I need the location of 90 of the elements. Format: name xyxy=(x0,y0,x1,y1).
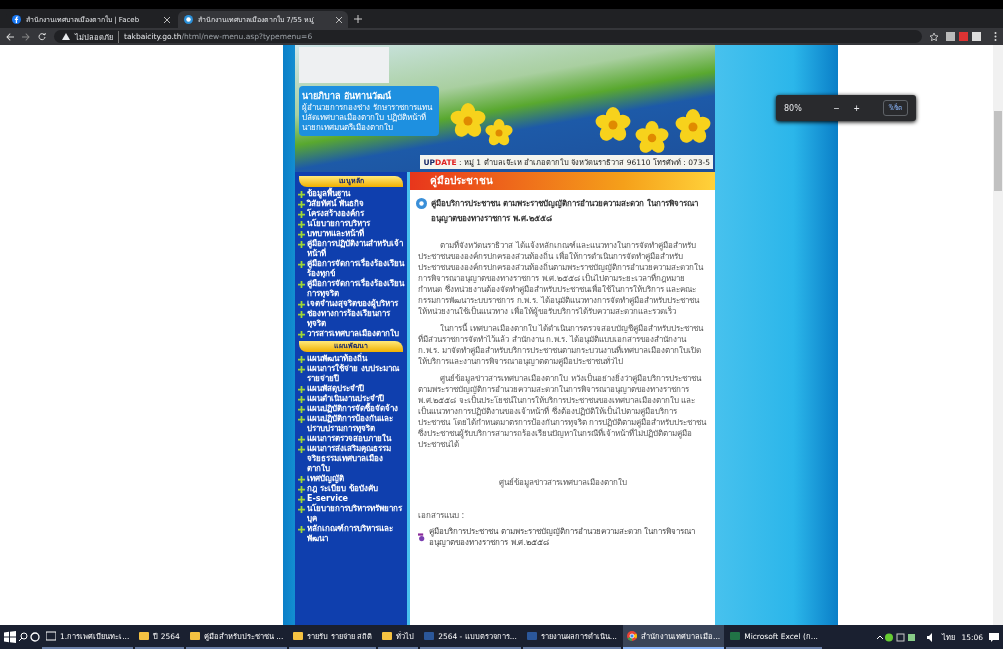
plus-bullet-icon xyxy=(298,261,305,268)
menu-link[interactable]: เจตจำนงสุจริตของผู้บริหาร xyxy=(295,299,407,309)
plus-bullet-icon xyxy=(298,281,305,288)
menu-link[interactable]: คู่มือการจัดการเรื่องร้องเรียนการทุจริต xyxy=(295,279,407,299)
window-icon xyxy=(46,631,56,641)
facebook-icon xyxy=(12,15,21,24)
forward-icon[interactable] xyxy=(22,32,30,41)
plus-bullet-icon xyxy=(298,231,305,238)
reload-icon[interactable] xyxy=(38,32,46,41)
zoom-in-button[interactable]: + xyxy=(851,102,862,114)
scrollbar[interactable] xyxy=(993,45,1003,625)
signature-text: ศูนย์ข้อมูลข่าวสารเทศบาลเมืองตากใบ xyxy=(497,477,628,489)
menu-link[interactable]: วารสารเทศบาลเมืองตากใบ xyxy=(295,329,407,339)
menu-link[interactable]: วิสัยทัศน์ พันธกิจ xyxy=(295,199,407,209)
plus-bullet-icon xyxy=(298,476,305,483)
plus-bullet-icon xyxy=(298,241,305,248)
plus-bullet-icon xyxy=(298,496,305,503)
folder-icon xyxy=(382,631,393,641)
official-name: นายภิบาล อันทานวัฒน์ xyxy=(302,89,393,103)
document-icon xyxy=(526,631,537,641)
plus-bullet-icon xyxy=(298,396,305,403)
flower-drawing xyxy=(675,109,711,145)
flower-drawing xyxy=(450,103,486,139)
menu-link[interactable]: หลักเกณฑ์การบริหารและพัฒนา xyxy=(295,524,407,544)
article-title: คู่มือบริการประชาชน ตามพระราชบัญญัติการอำนวยความสะดวก ในการพิจารณาอนุญาตของทางราชการ พ.ศ.๒๕๕๘ xyxy=(431,198,699,226)
menu-link[interactable]: ช่องทางการร้องเรียนการทุจริต xyxy=(295,309,407,329)
plus-bullet-icon xyxy=(298,436,305,443)
plus-bullet-icon xyxy=(298,331,305,338)
cortana-icon[interactable] xyxy=(30,632,40,642)
plus-bullet-icon xyxy=(298,301,305,308)
star-icon[interactable] xyxy=(930,32,938,41)
menu-link[interactable]: แผนพัฒนาท้องถิ่น xyxy=(295,354,407,364)
plus-bullet-icon xyxy=(298,386,305,393)
close-icon[interactable] xyxy=(164,16,170,23)
browser-icon xyxy=(627,631,637,641)
plus-bullet-icon xyxy=(298,356,305,363)
menu-link[interactable]: นโยบายการบริหารทรัพยากรบุค xyxy=(295,504,407,524)
folder-icon xyxy=(139,631,150,641)
globe-icon xyxy=(184,15,193,24)
menu-link[interactable]: แผนพัสดุประจำปี xyxy=(295,384,407,394)
official-position: ผู้อำนวยการกองช่าง รักษาราชการแทนปลัดเทศบาลเมืองตากใบ ปฏิบัติหน้าที่นายกเทศมนตรีเมืองตากใบ xyxy=(302,103,434,133)
article-paragraph: ตามที่จังหวัดนราธิวาส ได้แจ้งหลักเกณฑ์และแนวทางในการจัดทำคู่มือสำหรับประชาชนขององค์กรปกครองส่วนท้องถิ่น เพื่อให้การดำเนินการจัดทำคู่มือสำหรับประชาชนขององค์กรปกครองส่วนท้องถิ่นตามพระราชบัญญัติการอำนวยความสะดวกในการพิจารณาอนุญาตของทางราชการ พ.ศ.๒๕๕๘ เป็นไปตามระยะเวลาที่กฎหมายกำหนด ซึ่งหน่วยงานต้องจัดทำคู่มือสำหรับประชาชนเพื่อใช้ในการให้บริการ และคณะกรรมการพัฒนาระบบราชการ ก.พ.ร. ได้อนุมัติแนวทางการจัดทำคู่มือสำหรับประชาชน ให้หน่วยงานใช้เป็นแนวทาง เพื่อให้ผู้ขอรับบริการได้รับความสะดวกและรวดเร็ว xyxy=(418,240,705,317)
document-icon xyxy=(730,631,741,641)
attachment-link[interactable]: คู่มือบริการประชาชน ตามพระราชบัญญัติการอำนวยความสะดวก ในการพิจารณาอนุญาตของทางราชการ พ.ศ.๒๕๕๘ xyxy=(429,526,715,548)
section-title: คู่มือประชาชน xyxy=(410,172,715,190)
zoom-value: 80% xyxy=(784,103,802,113)
plus-bullet-icon xyxy=(298,486,305,493)
plus-bullet-icon xyxy=(298,366,305,373)
menu-link[interactable]: กฎ ระเบียบ ข้อบังคับ xyxy=(295,484,407,494)
close-icon[interactable] xyxy=(336,16,342,23)
menu-link[interactable]: นโยบายการบริหาร xyxy=(295,219,407,229)
plus-bullet-icon xyxy=(298,311,305,318)
plus-bullet-icon xyxy=(298,526,305,533)
back-icon[interactable] xyxy=(6,32,14,41)
notification-icon[interactable] xyxy=(989,632,999,642)
menu-link[interactable]: ข้อมูลพื้นฐาน xyxy=(295,189,407,199)
menu-link[interactable]: คู่มือการปฏิบัติงานสำหรับเจ้าหน้าที่ xyxy=(295,239,407,259)
zoom-out-button[interactable]: − xyxy=(831,102,842,114)
plus-bullet-icon xyxy=(298,416,305,423)
warning-icon xyxy=(62,33,70,40)
plus-bullet-icon xyxy=(298,446,305,453)
menu-link[interactable]: แผนการส่งเสริมคุณธรรมจริยธรรมเทศบาลเมืองตากใบ xyxy=(295,444,407,474)
menu-link[interactable]: แผนปฏิบัติการป้องกันและปราบปรามการทุจริต xyxy=(295,414,407,434)
flower-drawing xyxy=(485,119,513,147)
plus-bullet-icon xyxy=(298,201,305,208)
menu-link[interactable]: แผนการใช้จ่าย งบประมาณรายจ่ายปี xyxy=(295,364,407,384)
folder-icon xyxy=(293,631,304,641)
attachments-label: เอกสารแนบ : xyxy=(418,510,466,522)
document-icon xyxy=(424,631,435,641)
scrollbar-thumb[interactable] xyxy=(994,111,1002,191)
flower-drawing xyxy=(595,107,631,143)
bullet-icon xyxy=(416,198,427,209)
plus-bullet-icon xyxy=(298,406,305,413)
menu-link[interactable]: แผนการตรวจสอบภายใน xyxy=(295,434,407,444)
menu-link[interactable]: E-service xyxy=(295,494,407,504)
plus-bullet-icon xyxy=(298,506,305,513)
flower-drawing xyxy=(635,121,669,155)
menu-link[interactable]: แผนดำเนินงานประจำปี xyxy=(295,394,407,404)
document-icon xyxy=(418,531,426,543)
plus-bullet-icon xyxy=(298,211,305,218)
menu-icon[interactable] xyxy=(994,32,997,41)
menu-link[interactable]: เทศบัญญัติ xyxy=(295,474,407,484)
start-icon[interactable] xyxy=(4,631,16,643)
plus-bullet-icon xyxy=(298,221,305,228)
menu-link[interactable]: โครงสร้างองค์กร xyxy=(295,209,407,219)
new-tab-icon[interactable] xyxy=(354,15,362,23)
plus-bullet-icon xyxy=(298,191,305,198)
folder-icon xyxy=(189,631,200,641)
article-paragraph: ศูนย์ข้อมูลข่าวสารเทศบาลเมืองตากใบ หวังเป็นอย่างยิ่งว่าคู่มือบริการประชาชน ตามพระราชบัญญัติการอำนวยความสะดวกในการพิจารณาอนุญาตของทางราชการ พ.ศ.๒๕๕๘ จะเป็นประโยชน์ในการให้บริการประชาชนของเทศบาลเมืองตากใบ และเป็นแนวทางการปฏิบัติงานของเจ้าหน้าที่ ซึ่งต้องปฏิบัติให้เป็นไปตามคู่มือบริการประชาชน โดยได้กำหนดมาตรการป้องกันการทุจริต การปฏิบัติตามคู่มือสำหรับประชาชน ซึ่งประชาชนผู้รับบริการสามารถร้องเรียนปัญหาในกรณีที่เจ้าหน้าที่ไม่ปฏิบัติตามคู่มือประชาชนได้ xyxy=(418,373,707,450)
search-icon[interactable] xyxy=(18,632,28,642)
